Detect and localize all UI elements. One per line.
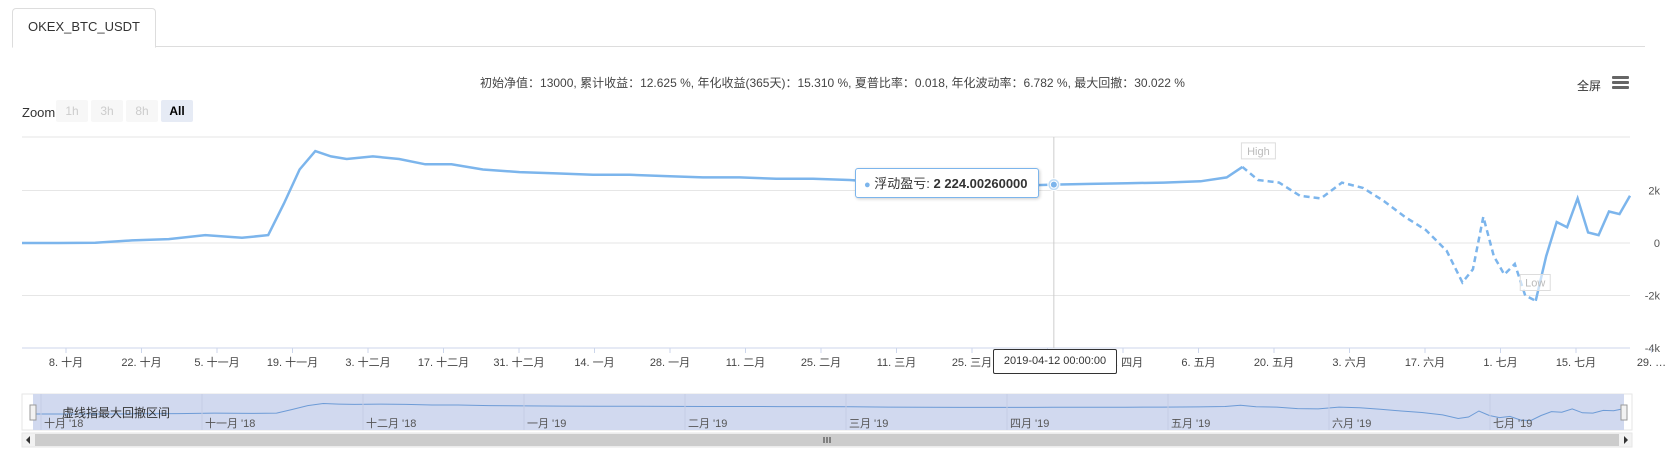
navigator-tick-label: 七月 '19 (1493, 417, 1532, 430)
x-tick-label: 6. 五月 (1181, 357, 1215, 369)
hover-point (1049, 180, 1058, 189)
navigator-tick-label: 十二月 '18 (366, 416, 416, 430)
x-tick-label: 28. 一月 (650, 357, 690, 369)
navigator-tick-label: 五月 '19 (1171, 418, 1210, 430)
y-tick-label: 0 (1654, 238, 1660, 250)
y-tick-label: -4k (1645, 343, 1661, 355)
x-tick-label: 11. 三月 (877, 357, 917, 369)
navigator-selection (33, 394, 1624, 430)
x-tick-label: 1. 七月 (1483, 356, 1517, 369)
high-flag-label: High (1247, 146, 1270, 158)
low-flag-label: Low (1525, 278, 1545, 290)
equity-chart: 2k 0 -2k -4k 8. 十月 22. 十月 5. 十一月 19. 十一月 3. 十二月 1… (21, 136, 1665, 448)
x-tick-label: 15. 七月 (1556, 356, 1596, 369)
navigator-tick-label: 十一月 '18 (205, 416, 255, 430)
navigator-tick-label: 三月 '19 (849, 418, 888, 430)
tooltip-series-name: 浮动盈亏 (874, 176, 927, 191)
x-tick-label: 5. 十一月 (194, 355, 239, 369)
navigator-tick-label: 二月 '19 (688, 418, 727, 430)
x-tick-label: 25. 三月 (952, 357, 992, 369)
x-tick-label: 22. 十月 (121, 355, 161, 369)
navigator-tick-label: 六月 '19 (1332, 417, 1371, 430)
x-tick-label: 31. 十二月 (493, 355, 544, 369)
tooltip-value: 2 224.00260000 (933, 176, 1028, 191)
crosshair-x-label: 2019-04-12 00:00:00 (993, 349, 1117, 374)
x-tick-label: 19. 十一月 (267, 355, 318, 369)
y-tick-label: 2k (1648, 186, 1660, 198)
x-tick-label: 8. 十月 (49, 355, 83, 369)
x-tick-label: 25. 二月 (801, 357, 841, 369)
x-tick-label: 17. 六月 (1405, 356, 1445, 369)
navigator-handle-right[interactable] (1620, 404, 1628, 421)
navigator-handle-left[interactable] (29, 404, 37, 421)
x-tick-label: 20. 五月 (1254, 357, 1294, 369)
x-tick-label: 17. 十二月 (418, 355, 469, 369)
navigator-tick-label: 一月 '19 (527, 418, 566, 430)
x-tick-label: 29. … (1637, 357, 1665, 369)
navigator-note: 虚线指最大回撤区间 (62, 406, 171, 420)
y-tick-label: -2k (1645, 291, 1661, 303)
x-tick-label: 3. 六月 (1332, 356, 1366, 369)
x-tick-label: 11. 二月 (726, 357, 766, 369)
x-tick-label: 3. 十二月 (345, 355, 390, 369)
series-dot-icon: ● (864, 179, 871, 191)
x-tick-label: 14. 一月 (574, 357, 614, 369)
navigator-tick-label: 四月 '19 (1010, 418, 1049, 430)
series-line-drawdown (1241, 165, 1537, 302)
series-line-solid (22, 149, 1244, 245)
chart-tooltip: ● 浮动盈亏: 2 224.00260000 (855, 168, 1039, 198)
